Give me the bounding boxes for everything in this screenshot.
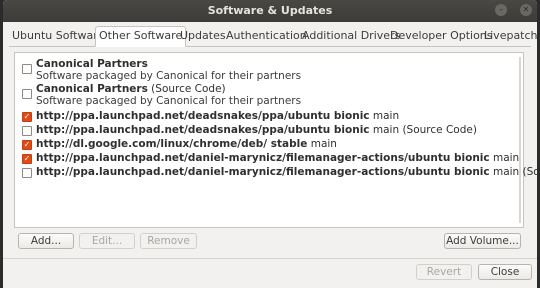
source-checkbox[interactable] bbox=[22, 126, 32, 136]
source-title: http://ppa.launchpad.net/daniel-marynicz… bbox=[36, 152, 520, 164]
software-updates-window: Software & Updates – ✕ Ubuntu Software O… bbox=[3, 0, 537, 288]
source-checkbox[interactable] bbox=[22, 64, 32, 74]
list-item[interactable]: ✓ http://ppa.launchpad.net/deadsnakes/pp… bbox=[15, 110, 523, 124]
remove-button[interactable]: Remove bbox=[140, 233, 197, 249]
titlebar: Software & Updates – ✕ bbox=[3, 0, 537, 22]
tab-developer-options[interactable]: Developer Options bbox=[387, 27, 496, 45]
tab-bar: Ubuntu Software Other Software Updates A… bbox=[9, 26, 537, 47]
source-title: http://ppa.launchpad.net/deadsnakes/ppa/… bbox=[36, 110, 400, 122]
edit-button[interactable]: Edit... bbox=[79, 233, 135, 249]
source-checkbox[interactable]: ✓ bbox=[22, 112, 32, 122]
minimize-icon[interactable]: – bbox=[495, 4, 507, 16]
add-button[interactable]: Add... bbox=[18, 233, 74, 249]
list-item[interactable]: ✓ http://dl.google.com/linux/chrome/deb/… bbox=[15, 138, 523, 152]
source-title: http://ppa.launchpad.net/daniel-marynicz… bbox=[36, 166, 537, 178]
sources-list[interactable]: Canonical Partners Software packaged by … bbox=[14, 52, 537, 228]
source-checkbox[interactable]: ✓ bbox=[22, 140, 32, 150]
source-subtitle: Software packaged by Canonical for their… bbox=[36, 95, 302, 107]
divider bbox=[3, 258, 537, 259]
tab-ubuntu-software[interactable]: Ubuntu Software bbox=[9, 27, 107, 45]
source-checkbox[interactable] bbox=[22, 168, 32, 178]
tab-livepatch[interactable]: Livepatch bbox=[481, 27, 537, 45]
close-button[interactable]: Close bbox=[478, 264, 532, 280]
add-volume-button[interactable]: Add Volume... bbox=[444, 233, 521, 249]
window-title: Software & Updates bbox=[207, 4, 333, 17]
source-title: Canonical Partners bbox=[36, 58, 148, 70]
list-item[interactable]: http://ppa.launchpad.net/deadsnakes/ppa/… bbox=[15, 124, 523, 138]
source-title: http://ppa.launchpad.net/deadsnakes/ppa/… bbox=[36, 124, 477, 136]
list-item[interactable]: Canonical Partners Software packaged by … bbox=[15, 57, 523, 83]
tab-authentication[interactable]: Authentication bbox=[223, 27, 310, 45]
close-icon[interactable]: ✕ bbox=[520, 4, 532, 16]
source-subtitle: Software packaged by Canonical for their… bbox=[36, 70, 302, 82]
list-item[interactable]: http://ppa.launchpad.net/daniel-marynicz… bbox=[15, 166, 537, 180]
scrollbar[interactable] bbox=[519, 57, 521, 223]
list-item[interactable]: ✓ http://ppa.launchpad.net/daniel-maryni… bbox=[15, 152, 523, 166]
source-title: Canonical Partners (Source Code) bbox=[36, 83, 226, 95]
source-title: http://dl.google.com/linux/chrome/deb/ s… bbox=[36, 138, 337, 150]
revert-button[interactable]: Revert bbox=[416, 264, 472, 280]
list-item[interactable]: Canonical Partners (Source Code) Softwar… bbox=[15, 83, 523, 110]
source-checkbox[interactable] bbox=[22, 89, 32, 99]
source-checkbox[interactable]: ✓ bbox=[22, 154, 32, 164]
tab-other-software[interactable]: Other Software bbox=[95, 26, 187, 47]
tab-updates[interactable]: Updates bbox=[177, 27, 229, 45]
